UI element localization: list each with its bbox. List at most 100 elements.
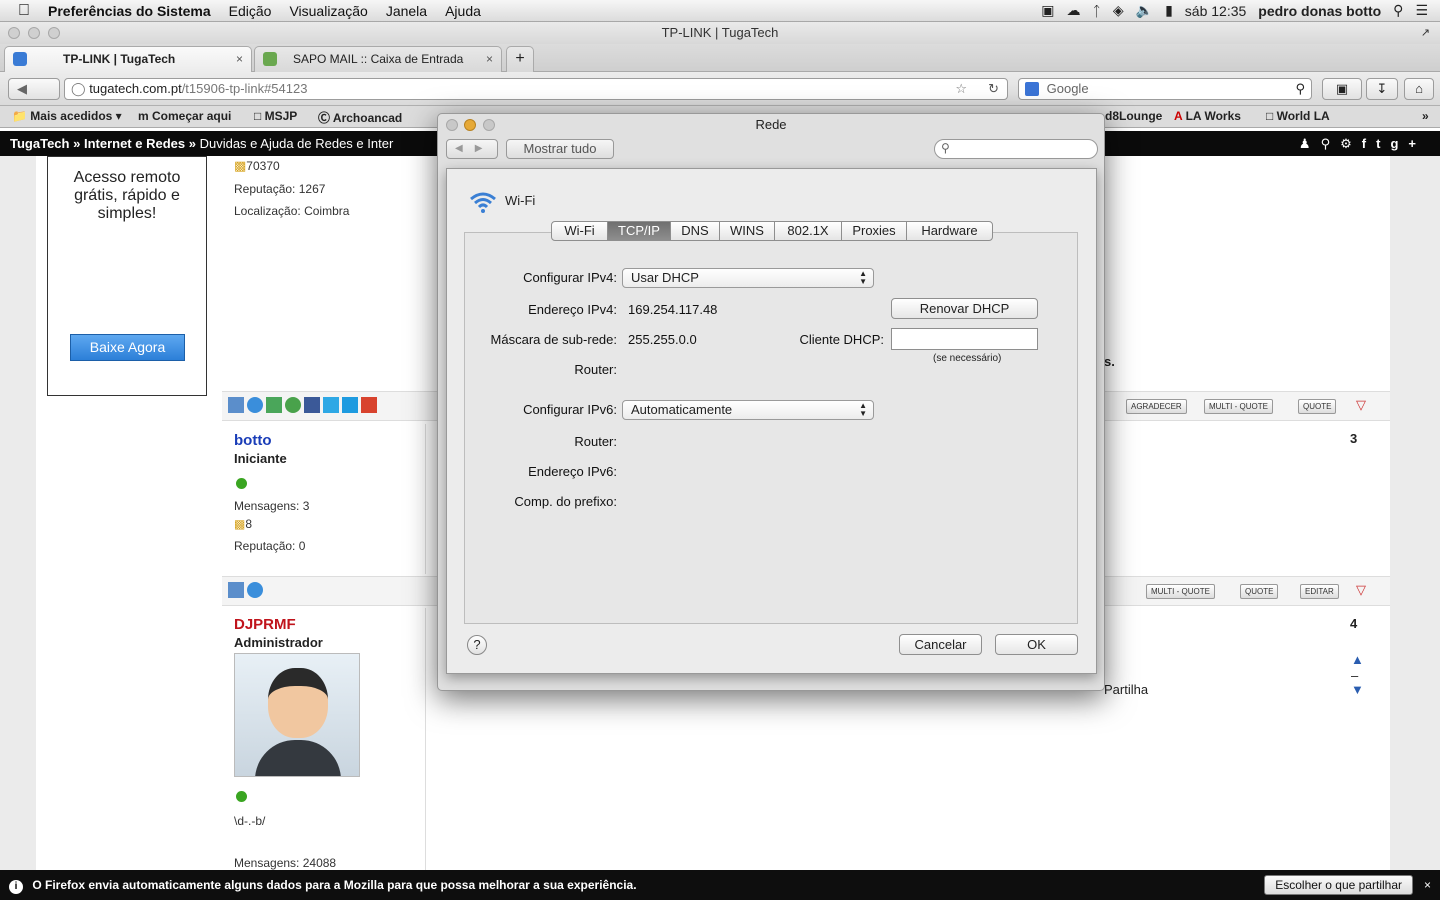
facebook-icon[interactable] — [304, 397, 320, 413]
volume-icon[interactable]: 🔈 — [1136, 2, 1153, 19]
avatar[interactable] — [234, 653, 360, 777]
crumb-home[interactable]: TugaTech — [10, 136, 69, 151]
tab-sapo-mail[interactable]: SAPO MAIL :: Caixa de Entrada × — [254, 46, 502, 72]
tab-wifi[interactable]: Wi-Fi — [551, 221, 608, 241]
gear-icon[interactable]: ⚙ — [1340, 136, 1362, 151]
reload-icon[interactable]: ↻ — [988, 79, 999, 99]
clock[interactable]: sáb 12:35 — [1185, 3, 1247, 19]
post2-reputation: 0 — [298, 539, 306, 553]
tab-wins[interactable]: WINS — [719, 221, 775, 241]
tab-8021x[interactable]: 802.1X — [774, 221, 842, 241]
ipv4-config-select[interactable]: Usar DHCP ▲ ▼ — [622, 268, 874, 288]
tab-tcpip[interactable]: TCP/IP — [607, 221, 671, 241]
magnifier-icon[interactable]: ⚲ — [1295, 79, 1305, 99]
divider — [425, 424, 426, 574]
bookmark-msjp[interactable]: □ MSJP — [254, 109, 297, 123]
choose-share-button[interactable]: Escolher o que partilhar — [1264, 875, 1413, 895]
bookmark-archoancad[interactable]: Ⓒ Archoancad — [318, 109, 402, 126]
close-icon[interactable]: × — [1424, 870, 1431, 900]
ipv6-config-label: Configurar IPv6: — [523, 402, 617, 417]
skype-icon[interactable] — [342, 397, 358, 413]
profile-icon[interactable] — [228, 397, 244, 413]
thumbs-down-icon[interactable]: ▼ — [1351, 682, 1364, 697]
close-window-button[interactable] — [8, 27, 20, 39]
battery-icon[interactable]: ▮ — [1165, 2, 1173, 19]
bookmark-la-works[interactable]: A LA Works — [1174, 109, 1241, 123]
menu-window[interactable]: Janela — [377, 3, 436, 19]
notification-center-icon[interactable]: ☰ — [1415, 2, 1428, 19]
close-tab-icon[interactable]: × — [236, 47, 243, 71]
url-bar[interactable]: ◯ tugatech.com.pt/t15906-tp-link#54123 ☆… — [64, 78, 1008, 100]
addons-button[interactable]: ▣ — [1322, 78, 1362, 100]
spotlight-icon[interactable]: ⚲ — [1393, 2, 1403, 19]
crumb-section[interactable]: Internet e Redes — [84, 136, 185, 151]
edit-button[interactable]: EDITAR — [1300, 584, 1339, 599]
close-tab-icon[interactable]: × — [486, 47, 493, 71]
downloads-button[interactable]: ↧ — [1366, 78, 1398, 100]
new-tab-button[interactable]: + — [506, 46, 534, 72]
bookmark-getting-started[interactable]: m Começar aqui — [138, 109, 231, 123]
google-plus-icon[interactable]: g+ — [1390, 136, 1426, 151]
post2-username[interactable]: botto — [234, 432, 419, 449]
quote-button[interactable]: QUOTE — [1240, 584, 1279, 599]
thumbs-up-icon[interactable]: ▲ — [1351, 652, 1364, 667]
home-button[interactable]: ⌂ — [1404, 78, 1434, 100]
facebook-icon[interactable]: f — [1362, 136, 1376, 151]
dhcp-client-field[interactable] — [891, 328, 1038, 350]
bookmarks-overflow-icon[interactable]: » — [1422, 109, 1429, 123]
help-button[interactable]: ? — [467, 635, 487, 655]
behind-text-suffix: s. — [1104, 354, 1115, 369]
messenger-icon[interactable] — [247, 582, 263, 598]
search-icon[interactable]: ⚲ — [1321, 136, 1341, 151]
search-box[interactable]: Google ⚲ — [1018, 78, 1312, 100]
globe-link-icon[interactable] — [285, 397, 301, 413]
ad-download-button[interactable]: Baixe Agora — [70, 334, 185, 361]
twitter-icon[interactable] — [323, 397, 339, 413]
bookmark-most-visited[interactable]: 📁 Mais acedidos ▾ — [12, 109, 122, 123]
minimize-window-button[interactable] — [28, 27, 40, 39]
contacts-icon[interactable] — [266, 397, 282, 413]
show-all-button[interactable]: Mostrar tudo — [506, 139, 614, 159]
twitter-icon[interactable]: t — [1376, 136, 1390, 151]
tab-proxies[interactable]: Proxies — [841, 221, 907, 241]
fullscreen-icon[interactable]: ↗ — [1421, 22, 1430, 44]
apple-icon[interactable]:  — [0, 2, 39, 20]
bookmark-star-icon[interactable]: ☆ — [955, 79, 967, 99]
menu-edit[interactable]: Edição — [220, 3, 281, 19]
ipv6-config-select[interactable]: Automaticamente ▲ ▼ — [622, 400, 874, 420]
bluetooth-icon[interactable]: ᛏ — [1092, 3, 1100, 19]
multiquote-button[interactable]: MULTI - QUOTE — [1146, 584, 1215, 599]
multiquote-button[interactable]: MULTI - QUOTE — [1204, 399, 1273, 414]
zoom-window-button[interactable] — [48, 27, 60, 39]
wifi-icon[interactable]: ◈ — [1113, 2, 1124, 19]
bookmark-d8lounge[interactable]: d8Lounge — [1105, 109, 1162, 123]
menu-help[interactable]: Ajuda — [436, 3, 490, 19]
ad-box: Acesso remoto grátis, rápido e simples! … — [47, 156, 207, 396]
cancel-button[interactable]: Cancelar — [899, 634, 982, 655]
menu-app-name[interactable]: Preferências do Sistema — [39, 3, 220, 19]
renew-dhcp-button[interactable]: Renovar DHCP — [891, 298, 1038, 319]
post3-username[interactable]: DJPRMF — [234, 616, 419, 633]
menu-view[interactable]: Visualização — [280, 3, 376, 19]
back-button[interactable]: ◀ — [8, 78, 60, 100]
user-name[interactable]: pedro donas botto — [1258, 3, 1381, 19]
tab-tugatech[interactable]: TP-LINK | TugaTech × — [4, 46, 252, 72]
back-forward-buttons[interactable]: ◀ ▶ — [446, 139, 498, 159]
cloud-icon[interactable]: ☁ — [1066, 2, 1080, 19]
ok-button[interactable]: OK — [995, 634, 1078, 655]
bookmark-world-la[interactable]: □ World LA — [1266, 109, 1330, 123]
report-icon[interactable]: ▽ — [1356, 397, 1366, 413]
time-machine-icon[interactable]: ▣ — [1041, 2, 1054, 19]
prefs-search-input[interactable]: ⚲ — [934, 139, 1098, 159]
tab-dns[interactable]: DNS — [670, 221, 720, 241]
report-icon[interactable]: ▽ — [1356, 582, 1366, 598]
google-plus-icon[interactable] — [361, 397, 377, 413]
thanks-button[interactable]: AGRADECER — [1126, 399, 1187, 414]
post1-user-info: ▩70370 Reputação: 1267 Localização: Coim… — [234, 158, 419, 218]
profile-icon[interactable] — [228, 582, 244, 598]
messenger-icon[interactable] — [247, 397, 263, 413]
tab-hardware[interactable]: Hardware — [906, 221, 993, 241]
quote-button[interactable]: QUOTE — [1298, 399, 1337, 414]
user-icon[interactable]: ♟ — [1299, 136, 1321, 151]
crumb-forum[interactable]: Duvidas e Ajuda de Redes e Inter — [200, 136, 394, 151]
